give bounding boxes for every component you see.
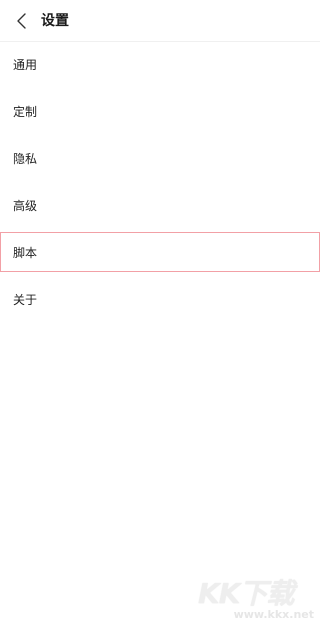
menu-item-label: 通用	[13, 57, 38, 72]
page-title: 设置	[41, 13, 69, 29]
back-button[interactable]	[10, 9, 34, 33]
menu-item-script[interactable]: 脚本	[0, 232, 320, 272]
menu-item-label: 关于	[13, 292, 38, 307]
menu-item-label: 定制	[13, 104, 38, 119]
watermark: KK下载 www.kkx.net	[198, 580, 316, 624]
menu-item-advanced[interactable]: 高级	[0, 185, 320, 225]
menu-item-about[interactable]: 关于	[0, 279, 320, 319]
menu-item-label: 隐私	[13, 151, 38, 166]
menu-item-privacy[interactable]: 隐私	[0, 138, 320, 178]
settings-menu: 通用 定制 隐私 高级 脚本 关于	[0, 44, 320, 326]
menu-item-customize[interactable]: 定制	[0, 91, 320, 131]
menu-item-label: 脚本	[13, 245, 38, 260]
menu-item-label: 高级	[13, 198, 38, 213]
menu-item-general[interactable]: 通用	[0, 44, 320, 84]
watermark-logo: KK下载	[198, 577, 294, 610]
app-header: 设置	[0, 0, 320, 42]
chevron-left-icon	[17, 13, 26, 29]
